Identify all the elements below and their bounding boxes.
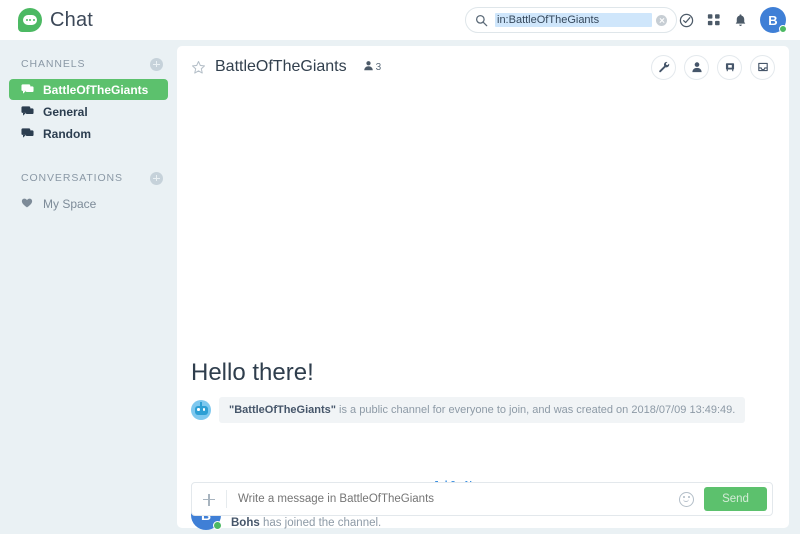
add-channel-icon[interactable] [150, 57, 163, 71]
channels-section-header: CHANNELS [0, 54, 177, 74]
sidebar-item-label: General [43, 104, 88, 119]
member-count[interactable]: 3 [363, 58, 382, 76]
message-line-1-rest: has joined the channel. [259, 517, 382, 529]
person-icon [363, 58, 374, 76]
channel-header: BattleOfTheGiants 3 [177, 46, 789, 88]
system-message: "BattleOfTheGiants" is a public channel … [191, 397, 773, 424]
conversations-section-header: CONVERSATIONS [0, 168, 177, 188]
sidebar-item-label: BattleOfTheGiants [43, 82, 149, 97]
message-line-1-author: Bohs [231, 517, 260, 529]
send-button[interactable]: Send [704, 487, 767, 511]
tools-button[interactable] [651, 54, 676, 80]
brand-name: Chat [50, 8, 94, 31]
status-dot [213, 521, 222, 530]
message-input[interactable] [227, 493, 679, 505]
clear-icon[interactable] [656, 14, 667, 26]
star-icon[interactable] [191, 60, 206, 75]
main-panel: BattleOfTheGiants 3 Hello there! "Battle… [177, 46, 789, 530]
system-message-rest: is a public channel for everyone to join… [336, 404, 736, 416]
sidebar-item-label: Random [43, 126, 91, 141]
check-circle-icon[interactable] [679, 13, 694, 28]
chat-app: Chat in:BattleOfTheGiants B CHANNELS Bat… [0, 0, 800, 534]
welcome-heading: Hello there! [191, 359, 314, 386]
sidebar-item-battleofthegiants[interactable]: BattleOfTheGiants [9, 79, 168, 100]
search-icon [475, 14, 488, 27]
system-channel-name: "BattleOfTheGiants" [229, 404, 336, 416]
search-input[interactable]: in:BattleOfTheGiants [495, 13, 652, 27]
archive-button[interactable] [750, 54, 775, 80]
brand[interactable]: Chat [0, 8, 93, 32]
page-title: BattleOfTheGiants [215, 58, 347, 75]
top-bar: Chat in:BattleOfTheGiants B [0, 0, 800, 40]
members-button[interactable] [684, 54, 709, 80]
channel-actions [651, 54, 775, 80]
chat-bubble-logo-icon [18, 8, 42, 32]
sidebar-item-my-space[interactable]: My Space [9, 193, 168, 214]
avatar-initial: B [768, 12, 778, 28]
channel-icon [21, 127, 34, 140]
system-message-text: "BattleOfTheGiants" is a public channel … [219, 397, 746, 424]
channels-title: CHANNELS [21, 58, 86, 70]
channel-icon [21, 83, 34, 96]
sidebar-item-label: My Space [43, 196, 97, 211]
avatar[interactable]: B [760, 7, 787, 33]
heart-icon [21, 197, 34, 210]
member-count-value: 3 [375, 61, 382, 73]
sidebar-item-random[interactable]: Random [9, 123, 168, 144]
message-composer: Send [191, 482, 773, 516]
conversations-title: CONVERSATIONS [21, 172, 123, 184]
emoji-icon[interactable] [679, 491, 694, 507]
plus-icon[interactable] [192, 483, 226, 515]
status-dot [779, 25, 787, 33]
top-bar-icons: B [679, 0, 787, 40]
sidebar-item-general[interactable]: General [9, 101, 168, 122]
add-conversation-icon[interactable] [150, 171, 163, 185]
channel-icon [21, 105, 34, 118]
search-bar[interactable]: in:BattleOfTheGiants [465, 7, 677, 33]
message-list: Hello there! "BattleOfTheGiants" is a pu… [177, 88, 789, 530]
message-line-1: Bohs has joined the channel. [231, 515, 773, 532]
apps-grid-icon[interactable] [707, 13, 721, 27]
pin-button[interactable] [717, 54, 742, 80]
robot-avatar-icon [191, 400, 211, 421]
bell-icon[interactable] [734, 13, 747, 28]
sidebar: CHANNELS BattleOfTheGiants General Rando… [0, 40, 177, 534]
